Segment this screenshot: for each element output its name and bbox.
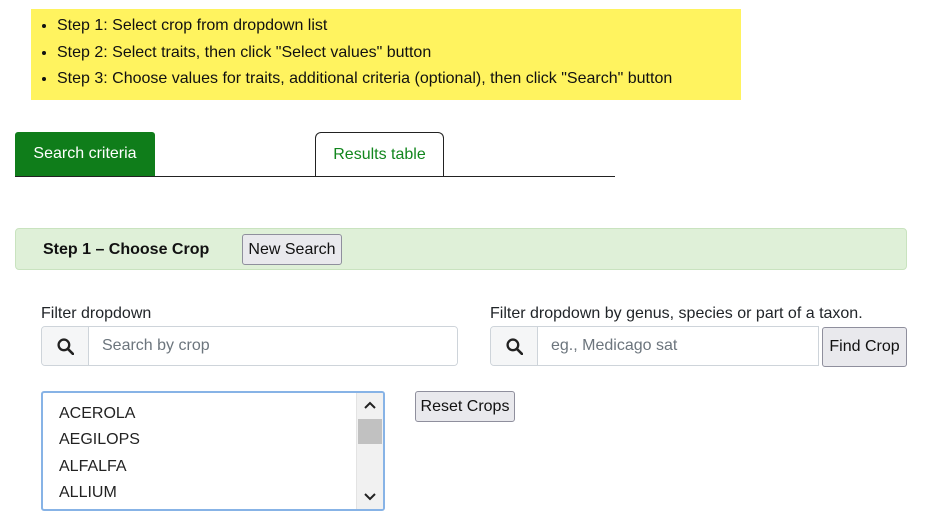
step1-header: Step 1 – Choose Crop New Search <box>15 228 907 270</box>
list-item[interactable]: ALFALFA <box>59 454 140 480</box>
tab-search-criteria[interactable]: Search criteria <box>15 132 155 176</box>
crop-list: ACEROLA AEGILOPS ALFALFA ALLIUM <box>59 401 140 506</box>
search-icon <box>42 327 89 365</box>
filter-dropdown-label: Filter dropdown <box>41 305 152 322</box>
instruction-step-2: Step 2: Select traits, then click "Selec… <box>57 40 741 67</box>
list-item[interactable]: AEGILOPS <box>59 427 140 453</box>
crop-listbox[interactable]: ACEROLA AEGILOPS ALFALFA ALLIUM <box>41 391 385 511</box>
step1-title: Step 1 – Choose Crop <box>43 241 210 258</box>
instruction-step-1: Step 1: Select crop from dropdown list <box>57 13 741 40</box>
list-item[interactable]: ACEROLA <box>59 401 140 427</box>
list-item[interactable]: ALLIUM <box>59 480 140 506</box>
instruction-step-3: Step 3: Choose values for traits, additi… <box>57 66 741 93</box>
instructions-panel: Step 1: Select crop from dropdown list S… <box>31 9 741 100</box>
crop-search-group <box>41 326 458 366</box>
new-search-button[interactable]: New Search <box>242 234 342 265</box>
listbox-scrollbar[interactable] <box>356 393 383 509</box>
tab-bar: Search criteria Results table <box>15 132 615 177</box>
taxon-filter-label: Filter dropdown by genus, species or par… <box>490 305 863 322</box>
tab-results-table[interactable]: Results table <box>315 132 444 176</box>
search-icon <box>491 327 538 365</box>
crop-search-input[interactable] <box>89 327 457 365</box>
chevron-down-icon[interactable] <box>357 485 383 509</box>
taxon-search-group <box>490 326 819 366</box>
chevron-up-icon[interactable] <box>357 393 383 417</box>
instructions-list: Step 1: Select crop from dropdown list S… <box>31 9 741 93</box>
find-crop-button[interactable]: Find Crop <box>822 327 907 367</box>
scrollbar-thumb[interactable] <box>358 419 382 444</box>
reset-crops-button[interactable]: Reset Crops <box>415 391 515 422</box>
taxon-search-input[interactable] <box>538 327 818 365</box>
